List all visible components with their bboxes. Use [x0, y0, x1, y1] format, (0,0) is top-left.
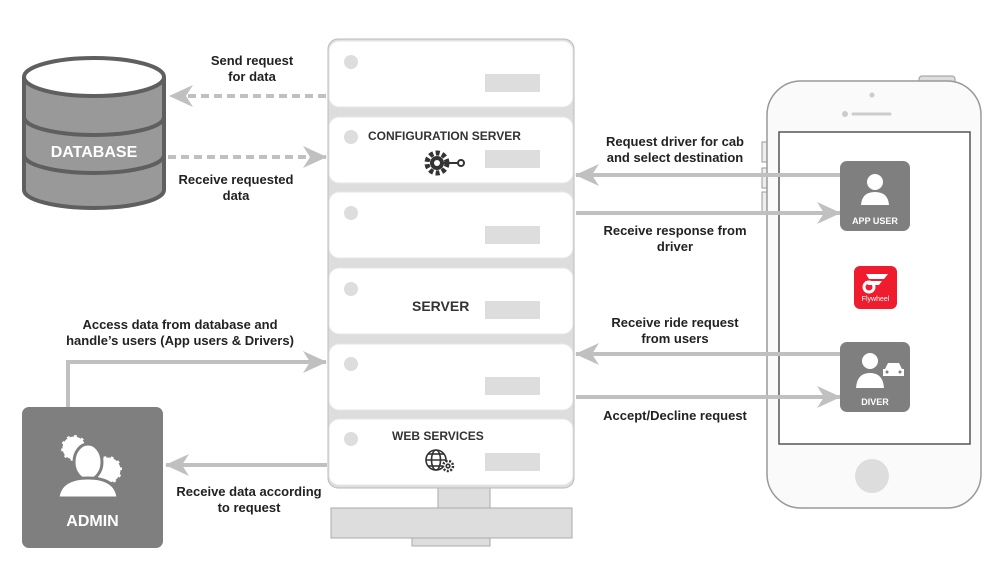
label-send-request: Send request for data — [210, 53, 294, 84]
user-icon — [861, 174, 889, 205]
home-button — [855, 459, 889, 493]
driver-car-icon — [856, 353, 904, 388]
admin-label: ADMIN — [66, 513, 119, 530]
label-receive-response: Receive response from driver — [603, 223, 747, 254]
configuration-server-label: CONFIGURATION SERVER — [368, 129, 521, 143]
flywheel-logo: Flywheel — [854, 266, 897, 309]
label-receive-requested: Receive requested data — [178, 172, 294, 203]
label-receive-data: Receive data according to request — [176, 484, 322, 515]
label-admin-access: Access data from database and handle’s u… — [66, 317, 294, 348]
database-label: DATABASE — [50, 144, 138, 161]
driver-tile[interactable]: DIVER — [840, 342, 910, 412]
label-request-driver: Request driver for cab and select destin… — [606, 134, 744, 165]
database-icon — [22, 56, 166, 210]
server-label: SERVER — [412, 298, 470, 314]
label-receive-ride: Receive ride request from users — [611, 315, 739, 346]
app-user-tile[interactable]: APP USER — [840, 161, 910, 231]
label-accept-decline: Accept/Decline request — [603, 408, 747, 423]
server-slot-3 — [328, 191, 574, 259]
flywheel-logo-text: Flywheel — [861, 296, 890, 303]
web-services-label: WEB SERVICES — [392, 429, 484, 443]
app-user-label: APP USER — [852, 216, 898, 226]
driver-label: DIVER — [861, 397, 889, 407]
diagram-canvas — [22, 38, 982, 548]
arrow-admin-access — [66, 351, 327, 407]
